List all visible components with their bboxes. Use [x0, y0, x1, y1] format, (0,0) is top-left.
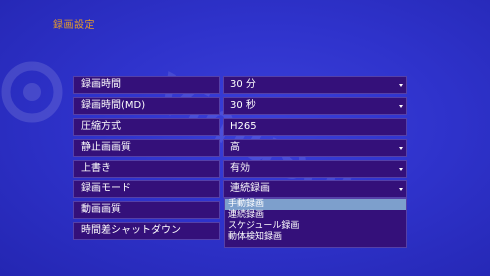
- setting-select-record-mode[interactable]: 連続録画: [223, 180, 407, 198]
- setting-label-record-time-md: 録画時間(MD): [73, 97, 220, 115]
- setting-select-overwrite[interactable]: 有効: [223, 160, 407, 178]
- chevron-down-icon: [399, 84, 403, 87]
- page-title: 録画設定: [53, 20, 95, 31]
- dropdown-option-manual[interactable]: 手動録画: [225, 199, 406, 210]
- dropdown-option-continuous[interactable]: 連続録画: [225, 210, 406, 221]
- setting-value: 高: [230, 142, 240, 153]
- setting-label-delayed-shutdown: 時間差シャットダウン: [73, 222, 220, 240]
- chevron-down-icon: [399, 188, 403, 191]
- setting-label-record-time: 録画時間: [73, 76, 220, 94]
- setting-value: 30 秒: [230, 100, 256, 111]
- watermark-ring-icon: [1, 61, 63, 123]
- setting-label-record-mode: 録画モード: [73, 180, 220, 198]
- setting-select-still-quality[interactable]: 高: [223, 139, 407, 157]
- setting-value: 30 分: [230, 79, 256, 90]
- setting-label-video-quality: 動画画質: [73, 201, 220, 219]
- setting-value: H265: [230, 121, 257, 132]
- setting-label-still-quality: 静止画画質: [73, 139, 220, 157]
- setting-value: 有効: [230, 163, 250, 174]
- setting-value: 連続録画: [230, 183, 270, 194]
- dropdown-option-schedule[interactable]: スケジュール録画: [225, 221, 406, 232]
- record-mode-dropdown-list: 手動録画 連続録画 スケジュール録画 動体検知録画: [224, 198, 407, 248]
- chevron-down-icon: [399, 147, 403, 150]
- chevron-down-icon: [399, 105, 403, 108]
- setting-label-overwrite: 上書き: [73, 160, 220, 178]
- dropdown-option-motion[interactable]: 動体検知録画: [225, 232, 406, 243]
- setting-select-record-time-md[interactable]: 30 秒: [223, 97, 407, 115]
- setting-select-record-time[interactable]: 30 分: [223, 76, 407, 94]
- setting-field-compression: H265: [223, 118, 407, 136]
- setting-label-compression: 圧縮方式: [73, 118, 220, 136]
- chevron-down-icon: [399, 168, 403, 171]
